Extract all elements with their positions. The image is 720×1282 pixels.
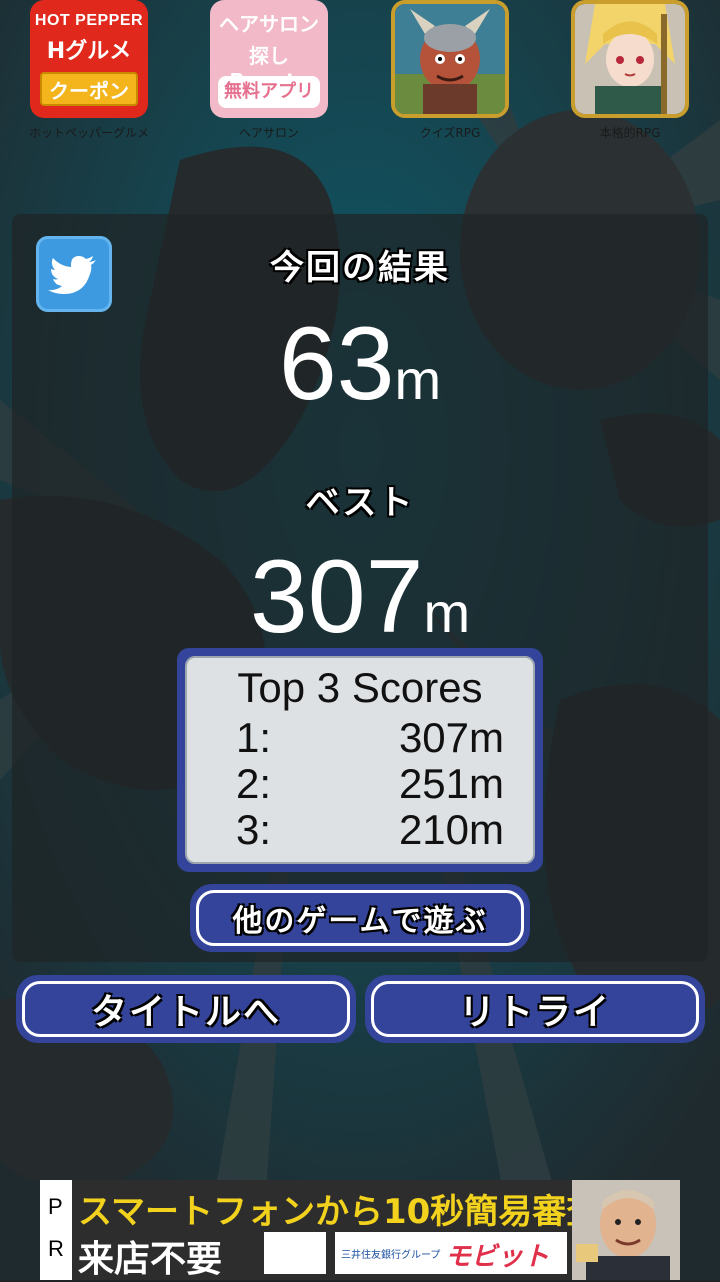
pr-letter-r: R (48, 1236, 64, 1261)
hotpepper-beauty-icon: ヘアサロン 探し Beauty 無料アプリ (210, 0, 328, 118)
ad-subline: 来店不要 (78, 1239, 223, 1280)
ad-logo-group: 三井住友銀行グループ (341, 1250, 441, 1261)
ad-logo-brand: モビット (445, 1242, 550, 1272)
score-value: 210m (398, 806, 504, 853)
app-tile-badge: クーポン (40, 72, 138, 106)
quiz-rpg-icon (391, 0, 509, 118)
app-caption: ヘアサロン (238, 126, 299, 140)
best-label: ベスト (305, 483, 415, 523)
best-score-unit: m (423, 581, 471, 644)
other-games-label: 他のゲームで遊ぶ (232, 904, 488, 939)
score-row: 2: 251m (236, 760, 504, 807)
current-result-label: 今回の結果 (270, 248, 450, 288)
app-tile-title: ヘアサロン (219, 12, 319, 36)
score-row: 3: 210m (236, 806, 504, 853)
best-score: 307m (0, 538, 720, 657)
score-rank: 1: (236, 714, 272, 761)
top-scores-title: Top 3 Scores (237, 664, 483, 711)
score-row: 1: 307m (236, 714, 504, 761)
app-tile-subtitle: Hグルメ (46, 39, 132, 64)
promo-app-rpg[interactable]: 本格的RPG (565, 0, 695, 150)
hotpepper-gourmet-icon: HOT PEPPER Hグルメ クーポン (30, 0, 148, 118)
score-value: 307m (398, 714, 504, 761)
current-score: 63m (0, 305, 720, 424)
ad-banner[interactable]: P R スマートフォンから10秒簡易審査 来店不要 三井住友銀行グループ モビッ… (40, 1180, 680, 1280)
promo-app-hotpepper-gourmet[interactable]: HOT PEPPER Hグルメ クーポン ホットペッパーグルメ (24, 0, 154, 150)
current-score-value: 63 (278, 306, 395, 422)
ad-blank-box (264, 1232, 326, 1274)
app-tile-badge: 無料アプリ (218, 76, 320, 108)
app-caption: ホットペッパーグルメ (28, 126, 149, 140)
score-value: 251m (398, 760, 504, 807)
to-title-button[interactable]: タイトルへ (16, 975, 356, 1043)
pr-letter-p: P (48, 1194, 63, 1219)
app-caption: 本格的RPG (599, 126, 661, 140)
current-score-unit: m (394, 348, 442, 411)
app-caption: クイズRPG (419, 126, 481, 140)
app-tile-title: HOT PEPPER (34, 12, 144, 29)
retry-button[interactable]: リトライ (365, 975, 705, 1043)
ad-logo: 三井住友銀行グループ モビット (335, 1232, 567, 1274)
ad-headline: スマートフォンから10秒簡易審査 (78, 1192, 601, 1232)
best-score-value: 307 (249, 539, 424, 655)
ad-person-photo (572, 1180, 680, 1280)
other-games-button[interactable]: 他のゲームで遊ぶ (190, 884, 530, 952)
score-rank: 2: (236, 760, 272, 807)
score-rank: 3: (236, 806, 272, 853)
rpg-icon (571, 0, 689, 118)
to-title-label: タイトルへ (90, 992, 281, 1033)
promo-app-quiz-rpg[interactable]: クイズRPG (385, 0, 515, 150)
retry-label: リトライ (458, 992, 611, 1033)
promo-app-hotpepper-beauty[interactable]: ヘアサロン 探し Beauty 無料アプリ ヘアサロン (204, 0, 334, 150)
pr-marker: P R (40, 1180, 72, 1280)
